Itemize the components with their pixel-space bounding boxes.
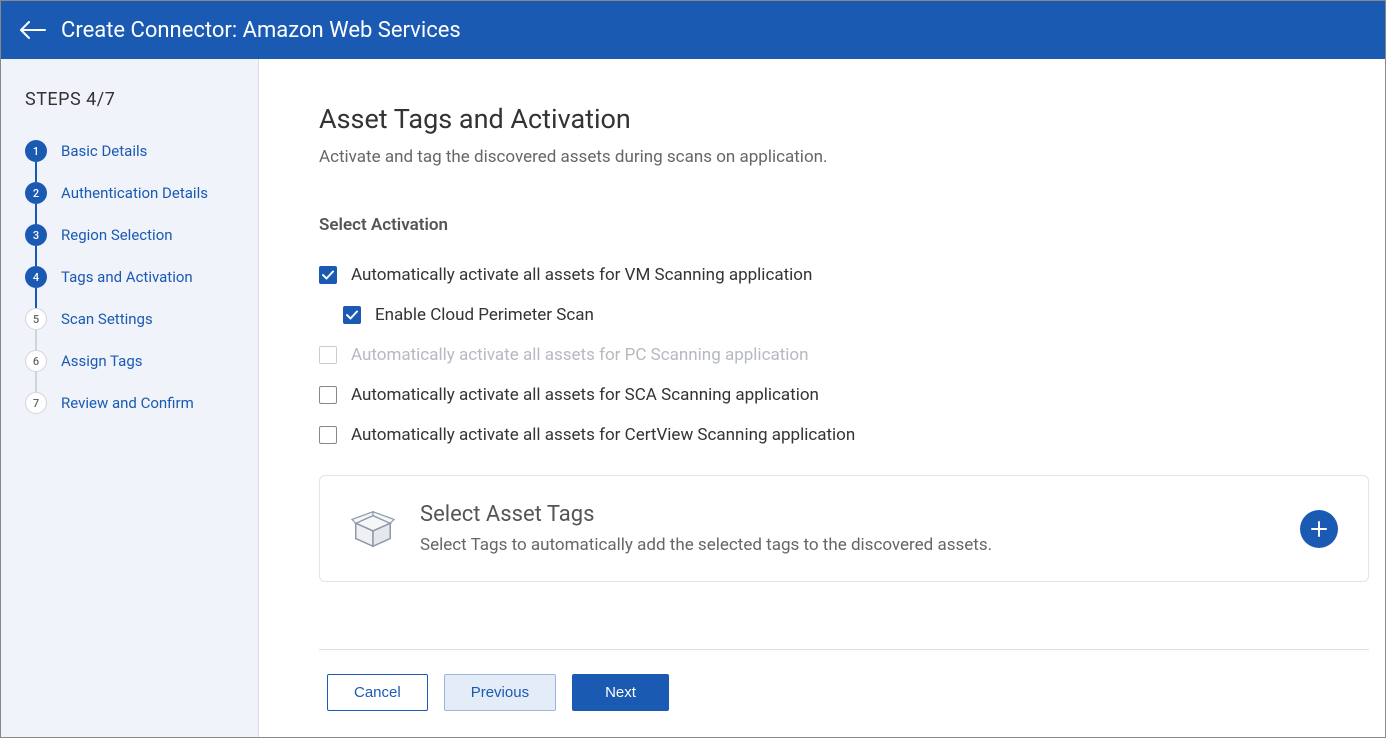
step-label: Authentication Details	[61, 184, 208, 202]
previous-button[interactable]: Previous	[444, 674, 556, 711]
checkbox-label: Automatically activate all assets for PC…	[351, 345, 809, 365]
step-label: Assign Tags	[61, 352, 143, 370]
checkbox-sca[interactable]	[319, 386, 337, 404]
checkbox-label: Enable Cloud Perimeter Scan	[375, 305, 594, 325]
wizard-sidebar: STEPS 4/7 1 Basic Details 2 Authentication …	[1, 59, 259, 737]
header-title: Create Connector: Amazon Web Services	[61, 18, 461, 43]
box-icon	[350, 506, 396, 552]
page-title: Asset Tags and Activation	[319, 103, 1369, 135]
steps-counter: STEPS 4/7	[25, 89, 234, 110]
checkbox-certview[interactable]	[319, 426, 337, 444]
back-arrow-icon[interactable]	[19, 16, 47, 44]
option-pc: Automatically activate all assets for PC…	[319, 345, 1369, 365]
option-sca: Automatically activate all assets for SC…	[319, 385, 1369, 405]
header: Create Connector: Amazon Web Services	[1, 1, 1385, 59]
step-label: Scan Settings	[61, 310, 153, 328]
main-content: Asset Tags and Activation Activate and t…	[259, 59, 1385, 737]
step-label: Region Selection	[61, 226, 173, 244]
step-item-7[interactable]: 7 Review and Confirm	[25, 392, 234, 414]
option-certview: Automatically activate all assets for Ce…	[319, 425, 1369, 445]
plus-icon	[1309, 519, 1329, 539]
section-label-activation: Select Activation	[319, 215, 1369, 235]
checkbox-pc	[319, 346, 337, 364]
option-vm: Automatically activate all assets for VM…	[319, 265, 1369, 285]
step-label: Review and Confirm	[61, 394, 194, 412]
step-item-6[interactable]: 6 Assign Tags	[25, 350, 234, 372]
add-tags-button[interactable]	[1300, 510, 1338, 548]
option-perimeter: Enable Cloud Perimeter Scan	[343, 305, 1369, 325]
step-num: 1	[25, 140, 47, 162]
step-label: Tags and Activation	[61, 268, 193, 286]
step-item-2[interactable]: 2 Authentication Details	[25, 182, 234, 204]
checkbox-perimeter[interactable]	[343, 306, 361, 324]
step-item-1[interactable]: 1 Basic Details	[25, 140, 234, 162]
asset-tags-card: Select Asset Tags Select Tags to automat…	[319, 475, 1369, 582]
footer-actions: Cancel Previous Next	[319, 649, 1369, 737]
step-num: 2	[25, 182, 47, 204]
checkbox-vm[interactable]	[319, 266, 337, 284]
cancel-button[interactable]: Cancel	[327, 674, 428, 711]
card-desc: Select Tags to automatically add the sel…	[420, 535, 1300, 555]
step-item-4[interactable]: 4 Tags and Activation	[25, 266, 234, 288]
checkbox-label: Automatically activate all assets for VM…	[351, 265, 812, 285]
step-num: 4	[25, 266, 47, 288]
step-num: 3	[25, 224, 47, 246]
checkbox-label: Automatically activate all assets for SC…	[351, 385, 819, 405]
step-num: 7	[25, 392, 47, 414]
step-item-5[interactable]: 5 Scan Settings	[25, 308, 234, 330]
step-item-3[interactable]: 3 Region Selection	[25, 224, 234, 246]
step-num: 6	[25, 350, 47, 372]
step-num: 5	[25, 308, 47, 330]
step-label: Basic Details	[61, 142, 147, 160]
card-title: Select Asset Tags	[420, 502, 1300, 527]
checkbox-label: Automatically activate all assets for Ce…	[351, 425, 855, 445]
next-button[interactable]: Next	[572, 674, 669, 711]
page-subtitle: Activate and tag the discovered assets d…	[319, 147, 1369, 167]
